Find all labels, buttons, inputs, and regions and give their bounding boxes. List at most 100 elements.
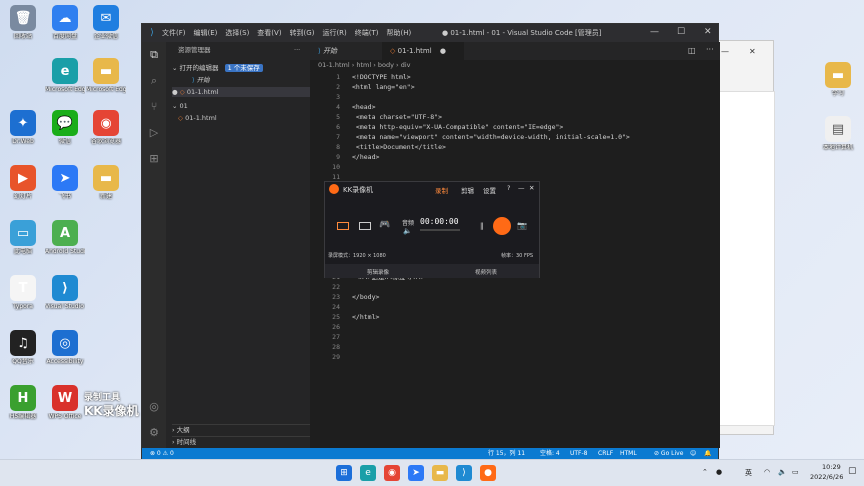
- kk-recorder-window[interactable]: KK录像机 录制 剪辑 设置 ? — ✕ 🎮 音频 🔈 00:00:00 ‖ 📷…: [324, 181, 540, 278]
- speaker-icon[interactable]: 🔈: [403, 227, 412, 235]
- html-file-icon: ◇: [179, 88, 187, 96]
- menu-selection[interactable]: 选择(S): [225, 28, 249, 38]
- desktop-icon[interactable]: e Microsoft Edge: [45, 58, 85, 94]
- desktop-icon[interactable]: A Android Studio: [45, 220, 85, 256]
- menu-file[interactable]: 文件(F): [162, 28, 186, 38]
- desktop-icon-right-0[interactable]: ▬ 学习: [818, 62, 858, 98]
- region-mode-icon[interactable]: [359, 222, 371, 230]
- volume-icon[interactable]: 🔈: [778, 468, 787, 476]
- chevron-down-icon: ⌄: [172, 64, 180, 72]
- extensions-icon[interactable]: ⊞: [147, 152, 161, 166]
- clock-date[interactable]: 2022/6/26: [810, 473, 843, 481]
- desktop-icon[interactable]: ▶ 幻灯片: [3, 165, 43, 201]
- desktop-icon[interactable]: 🗑 回收站: [3, 5, 43, 41]
- timeline-section[interactable]: › 时间线: [172, 436, 316, 446]
- split-editor-icon[interactable]: ◫: [688, 46, 696, 55]
- background-window[interactable]: — ✕: [712, 40, 775, 435]
- pause-icon[interactable]: ‖: [480, 222, 484, 230]
- clock-time[interactable]: 10:29: [822, 463, 841, 471]
- menu-help[interactable]: 帮助(H): [387, 28, 412, 38]
- maximize-button[interactable]: ☐: [677, 27, 685, 37]
- menu-edit[interactable]: 编辑(E): [194, 28, 218, 38]
- file-item[interactable]: ◇ 01-1.html: [178, 113, 322, 123]
- breadcrumb-item[interactable]: body: [378, 61, 394, 69]
- close-icon[interactable]: ✕: [529, 184, 534, 192]
- folder-icon[interactable]: ▬: [432, 465, 448, 481]
- menu-run[interactable]: 运行(R): [322, 28, 346, 38]
- close-icon[interactable]: ✕: [749, 47, 756, 56]
- record-button[interactable]: [493, 217, 511, 235]
- breadcrumb-item[interactable]: html: [356, 61, 371, 69]
- desktop-icon[interactable]: T Typora: [3, 275, 43, 311]
- tray-app-icon[interactable]: ●: [716, 468, 722, 476]
- desktop-icon[interactable]: ◎ Accessibility: [45, 330, 85, 366]
- menu-view[interactable]: 查看(V): [257, 28, 281, 38]
- desktop-icon[interactable]: ✦ Dr.Web: [3, 110, 43, 146]
- chrome-icon[interactable]: ◉: [384, 465, 400, 481]
- desktop-icon-label: 此电脑: [13, 248, 32, 255]
- desktop-icon[interactable]: ☁ 百度网盘: [45, 5, 85, 41]
- search-icon[interactable]: ⌕: [147, 74, 161, 88]
- camera-icon[interactable]: 📷: [517, 221, 527, 230]
- manage-gear-icon[interactable]: ⚙: [147, 426, 161, 440]
- edge-icon[interactable]: e: [360, 465, 376, 481]
- notification-icon[interactable]: ▢: [848, 466, 857, 476]
- minimize-icon[interactable]: —: [518, 184, 525, 192]
- run-debug-icon[interactable]: ▷: [147, 126, 161, 140]
- account-icon[interactable]: ◎: [147, 400, 161, 414]
- desktop-icon-right-1[interactable]: ▤ 本地计算机: [818, 116, 858, 152]
- breadcrumb-item[interactable]: div: [401, 61, 411, 69]
- edit-video-button[interactable]: 剪辑录像: [367, 268, 389, 276]
- desktop-icon[interactable]: ▬ 新建: [86, 165, 126, 201]
- more-actions-icon[interactable]: ···: [294, 45, 308, 55]
- input-language[interactable]: 英: [745, 468, 752, 478]
- desktop-icon[interactable]: ➤ 飞书: [45, 165, 85, 201]
- desktop-icon[interactable]: ✉ 企业微信: [86, 5, 126, 41]
- recorder-watermark: 录制工具 KK录像机: [84, 393, 139, 418]
- game-mode-icon[interactable]: 🎮: [379, 220, 390, 230]
- source-control-icon[interactable]: ⑂: [147, 100, 161, 114]
- desktop-icon[interactable]: ⟩ Visual Studio Code: [45, 275, 85, 311]
- kk-tab-record[interactable]: 录制: [435, 185, 448, 195]
- minimize-icon[interactable]: —: [721, 47, 729, 56]
- desktop-icon[interactable]: ♫ QQ音乐: [3, 330, 43, 366]
- open-editors-section[interactable]: ⌄ 打开的编辑器 1 个未保存: [172, 63, 316, 73]
- line-number: 29: [332, 353, 340, 361]
- tab-start[interactable]: ⟩ 开始: [310, 42, 380, 60]
- menu-go[interactable]: 转到(G): [290, 28, 315, 38]
- line-number: 4: [336, 103, 340, 111]
- explorer-icon[interactable]: ⧉: [147, 48, 161, 62]
- vscode-icon[interactable]: ⟩: [456, 465, 472, 481]
- help-icon[interactable]: ?: [507, 184, 510, 192]
- line-number: 28: [332, 343, 340, 351]
- tab-01-1-html[interactable]: ◇ 01-1.html ●: [382, 42, 464, 60]
- desktop-icon[interactable]: ▬ Microsoft Edge: [86, 58, 126, 94]
- menu-terminal[interactable]: 终端(T): [355, 28, 379, 38]
- video-list-button[interactable]: 视频列表: [475, 268, 497, 276]
- kk-tab-settings[interactable]: 设置: [483, 185, 496, 195]
- fullscreen-mode-icon[interactable]: [337, 222, 349, 230]
- folder-section[interactable]: ⌄ 01: [172, 101, 316, 111]
- line-number: 22: [332, 283, 340, 291]
- kk-recorder-icon[interactable]: ●: [480, 465, 496, 481]
- desktop-icon[interactable]: H H5编辑器: [3, 385, 43, 421]
- start-icon[interactable]: ⊞: [336, 465, 352, 481]
- more-actions-icon[interactable]: ···: [706, 45, 714, 54]
- desktop-icon[interactable]: ◉ 谷歌浏览器: [86, 110, 126, 146]
- battery-icon[interactable]: ▭: [792, 468, 799, 476]
- kk-tab-edit[interactable]: 剪辑: [461, 185, 474, 195]
- breadcrumb-item[interactable]: 01-1.html: [318, 61, 350, 69]
- desktop-icon[interactable]: ▭ 此电脑: [3, 220, 43, 256]
- code-line: 5 <meta charset="UTF-8">: [310, 112, 442, 122]
- desktop-icon[interactable]: 💬 微信: [45, 110, 85, 146]
- minimize-button[interactable]: —: [650, 27, 659, 37]
- folder-icon: ▬: [93, 165, 119, 191]
- feishu-icon[interactable]: ➤: [408, 465, 424, 481]
- outline-section[interactable]: › 大纲: [172, 424, 316, 434]
- open-editor-item[interactable]: ● ◇ 01-1.html: [172, 87, 316, 97]
- line-number: 3: [336, 93, 340, 101]
- wifi-icon[interactable]: ◠: [764, 468, 770, 476]
- unsaved-dot-icon[interactable]: ●: [440, 47, 446, 55]
- close-button[interactable]: ✕: [704, 27, 712, 37]
- show-hidden-icons-icon[interactable]: ⌃: [702, 468, 708, 476]
